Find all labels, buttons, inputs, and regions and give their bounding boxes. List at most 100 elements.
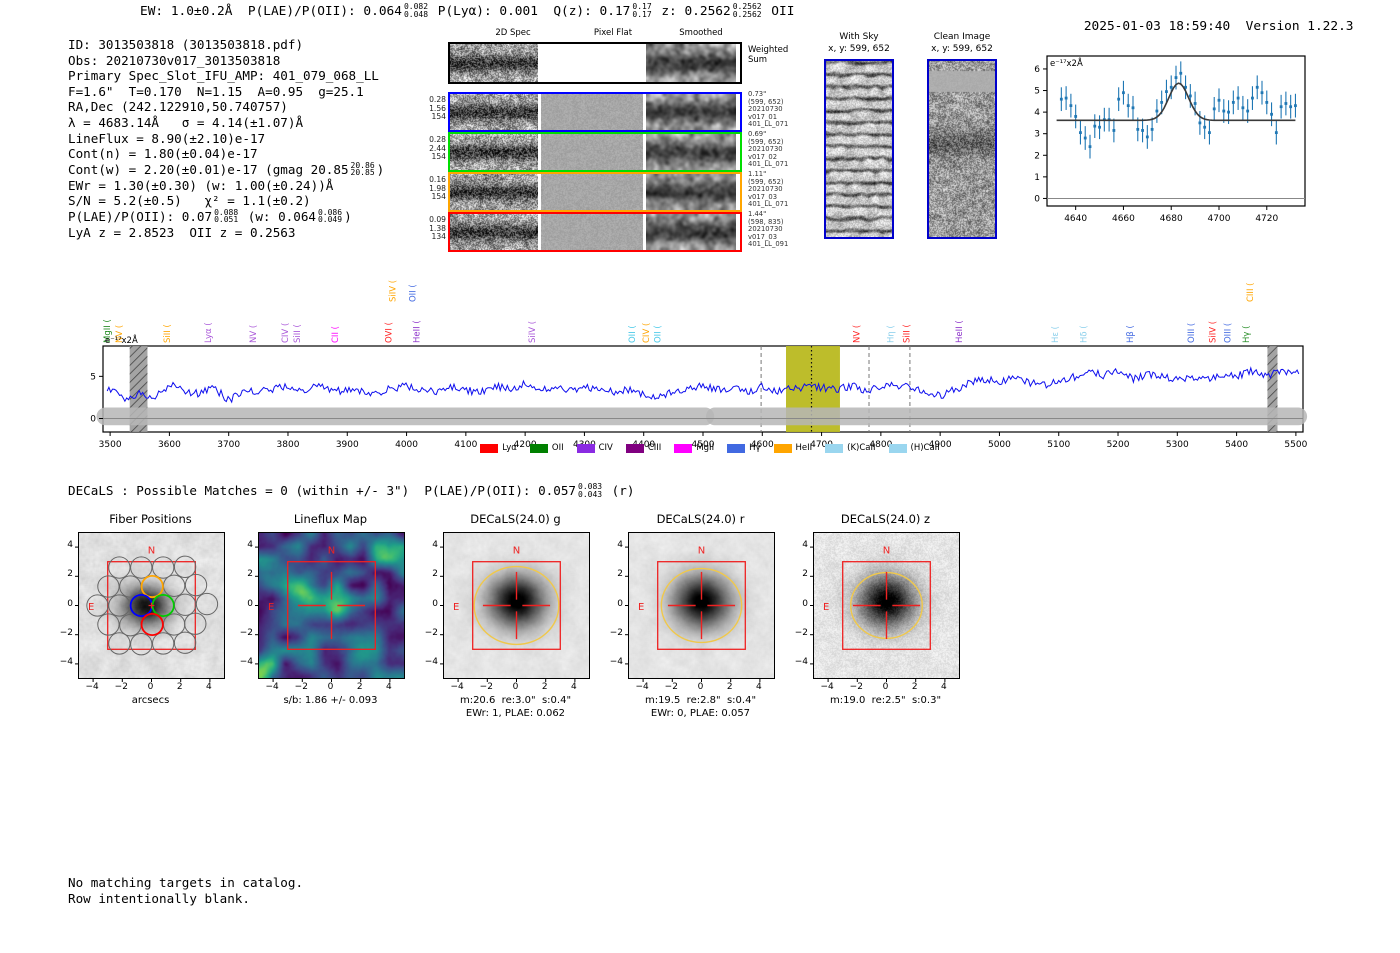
cutout-x-tick-label: −2 [114, 682, 128, 692]
legend-swatch [529, 443, 548, 453]
cutout-x-tick-label: −2 [849, 682, 863, 692]
info-text: RA,Dec (242.122910,50.740757) [68, 99, 288, 115]
cutout-caption: m:20.6 re:3.0" s:0.4" [459, 695, 572, 706]
zoom-y-tick-label: 3 [1034, 130, 1040, 140]
cutout-title: DECaLS(24.0) g [470, 512, 561, 526]
cutout-xlabel: arcsecs [131, 695, 170, 706]
spec2d-row-right-labels: 1.11" (599, 652) 20210730 v017_03 401_LL_071 [748, 170, 808, 209]
zoom-data-point [1212, 107, 1216, 111]
zoom-x-tick-label: 4720 [1255, 214, 1278, 224]
emission-line-label: SiII ( [902, 324, 912, 343]
cutout-y-tick-label: 4 [432, 540, 438, 551]
emission-line-label: Hγ ( [1242, 326, 1252, 343]
zoom-data-point [1064, 96, 1068, 100]
fiber-weight-value: 154 [431, 112, 447, 122]
spectrum-legend: Lyα OII CIV CIII MgII Hγ HeII (K)CaII (H)CaII [440, 443, 980, 453]
report-page: EW: 1.0±0.2Å P(LAE)/P(OII): 0.064 0.082 0.… [0, 0, 1400, 953]
spec2d-row-right-labels: 1.44" (598, 835) 20210730 v017_03 401_LL_091 [748, 210, 808, 249]
zoom-data-point [1231, 101, 1235, 104]
spec2d-cell-smooth [646, 44, 736, 82]
cutout-y-tick-label: 2 [802, 569, 808, 580]
spec2d-row-right-labels: 0.73" (599, 652) 20210730 v017_01 401_LL_071 [748, 90, 808, 129]
legend-swatch [480, 443, 499, 453]
info-line: F=1.6" T=0.170 N=1.15 A=0.95 g=25.1 [68, 84, 384, 100]
emission-line-label: CIV ( [642, 323, 652, 343]
spec2d-cell-raw [450, 134, 538, 170]
zoom-data-point [1126, 104, 1130, 108]
emission-line-label: OII ( [628, 325, 638, 343]
zoom-data-point [1155, 109, 1159, 113]
spectrum-x-tick-label: 3700 [217, 440, 240, 450]
cutout-x-tick-label: 2 [726, 682, 733, 692]
spec2d-cell-flat [541, 174, 643, 210]
cutout-y-tick-label: 2 [432, 569, 438, 580]
zoom-data-point [1079, 131, 1082, 135]
cutout-overlay: NE [440, 546, 576, 682]
info-text: LineFlux = 8.90(±2.10)e-17 [68, 130, 266, 146]
version-label: Version 1.22.3 [1245, 19, 1354, 34]
emission-line-label: CIII ( [1246, 283, 1256, 302]
info-line: P(LAE)/P(OII): 0.07 0.088 0.051 (w: 0.064 0… [68, 209, 384, 225]
cutout-y-tick-label: 2 [67, 569, 73, 580]
spec2d-smoothed-image [646, 94, 736, 130]
sky-panel-image-box [824, 59, 894, 239]
zoom-data-point [1227, 110, 1230, 114]
zoom-data-point [1141, 129, 1144, 132]
spec2d-image-row [448, 172, 742, 212]
cutout-y-tick-label: 0 [802, 598, 808, 609]
cutout-title: Lineflux Map [293, 512, 368, 526]
header-summary: EW: 1.0±0.2Å P(LAE)/P(OII): 0.064 0.082 0.… [140, 3, 795, 19]
cutout-y-tick-label: −4 [239, 656, 253, 667]
spec2d-cell-raw [450, 214, 538, 250]
zoom-y-tick-label: 2 [1034, 151, 1040, 161]
zoom-data-point [1236, 96, 1240, 100]
spec2d-flat-image [541, 214, 643, 250]
spec2d-column-title: Smoothed [679, 28, 723, 38]
zoom-y-tick-label: 5 [1034, 87, 1040, 97]
fiber-weight-value: 154 [431, 192, 447, 202]
cutout-plot: NE [810, 532, 960, 682]
zoom-unit-label: e⁻¹⁷x2Å [1050, 57, 1083, 69]
legend-item: CIV [576, 443, 613, 453]
header-text: OII [763, 4, 795, 19]
fiber-weight-value: 134 [431, 232, 447, 242]
cutout-x-tick-label: 4 [386, 682, 392, 692]
spec2d-row-left-labels: 0.28 2.44 154 [426, 135, 446, 162]
cutout-title: DECaLS(24.0) r [656, 512, 745, 526]
cutout-y-tick-label: −2 [59, 627, 73, 638]
spec2d-column-title: Pixel Flat [593, 28, 633, 38]
cutout-caption: EWr: 1, PLAE: 0.062 [465, 708, 566, 719]
zoom-data-point [1131, 106, 1135, 110]
zoom-y-tick-label: 4 [1034, 108, 1040, 118]
cutout-x-tick-label: −4 [85, 682, 99, 692]
zoom-data-point [1270, 112, 1273, 116]
info-text: (w: 0.064 [240, 208, 316, 224]
cutout-y-tick-label: 0 [617, 598, 623, 609]
cutout-x-tick-label: 0 [882, 682, 889, 692]
compass-north-label: N [513, 546, 520, 557]
emission-line-label: HeII ( [413, 320, 423, 343]
zoom-x-tick-label: 4640 [1064, 214, 1087, 224]
info-supsub: 20.86 20.85 [351, 162, 375, 177]
zoom-data-point [1241, 106, 1245, 110]
info-line: RA,Dec (242.122910,50.740757) [68, 99, 384, 115]
zoom-data-point [1203, 125, 1207, 129]
sky-panels-block: With Sky x, y: 599, 652 Clean Image x, y: 5… [810, 32, 1010, 247]
sub-value: 0.17 [632, 9, 652, 19]
decals-supsub: 0.083 0.043 [578, 483, 602, 498]
spec2d-image-row [448, 92, 742, 132]
info-line: λ = 4683.14Å σ = 4.14(±1.07)Å [68, 115, 384, 131]
legend-label: CIII [647, 443, 662, 453]
sky-panel-title: With Sky [839, 32, 879, 42]
fiber-circle [152, 632, 175, 655]
cutouts-row: Fiber Positions N E −4 −4 −2 −2 0 0 2 2 4 4 arcsecs Li… [0, 512, 1400, 732]
cutout-panel-lineflux: Lineflux Map N E −4 −4 −2 −2 0 0 2 2 4 4 s/b: 1.86 +/… [223, 512, 438, 732]
cutout-x-tick-label: 0 [512, 682, 519, 692]
legend-swatch [727, 443, 746, 453]
spectrum-y-tick-label: 5 [90, 372, 96, 382]
sub-value: 0.2562 [732, 9, 762, 19]
zoom-data-point [1174, 76, 1178, 79]
zoom-data-point [1165, 90, 1168, 94]
cutout-y-tick-label: −4 [609, 656, 623, 667]
cutout-y-tick-label: 0 [67, 598, 73, 609]
